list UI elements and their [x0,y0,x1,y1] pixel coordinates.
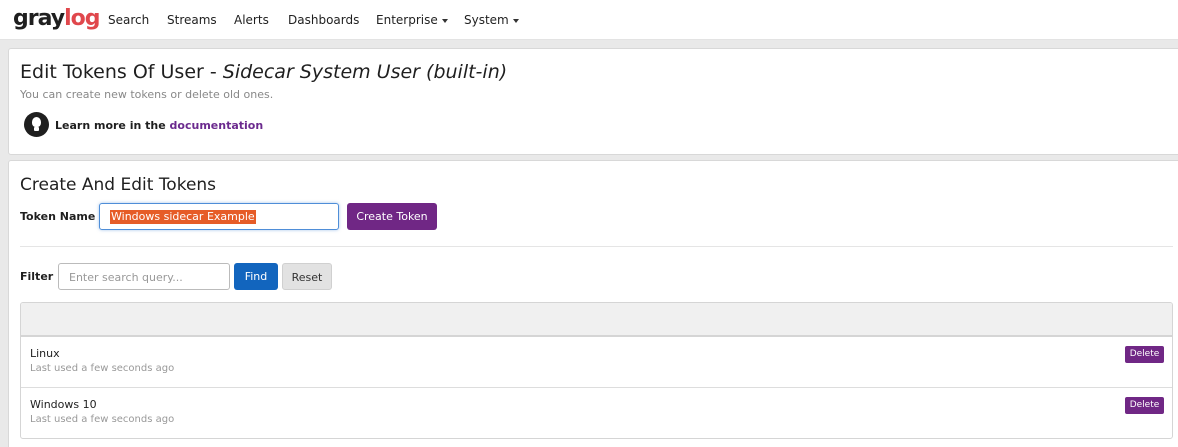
documentation-link[interactable]: documentation [170,119,264,132]
nav-enterprise-dropdown[interactable]: Enterprise [376,13,448,27]
nav-alerts[interactable]: Alerts [234,13,269,27]
find-button[interactable]: Find [234,263,278,290]
nav-system-dropdown[interactable]: System [464,13,519,27]
reset-button[interactable]: Reset [282,263,332,290]
logo-text-main: gray [13,6,65,31]
token-last-used: Last used a few seconds ago [30,414,175,425]
filter-search-input[interactable]: Enter search query... [58,263,230,290]
delete-token-button[interactable]: Delete [1125,346,1164,363]
token-name-input[interactable]: Windows sidecar Example [99,203,339,230]
page-title: Edit Tokens Of User - Sidecar System Use… [20,61,507,83]
token-name: Windows 10 [30,398,97,411]
nav-streams[interactable]: Streams [167,13,217,27]
list-item: Windows 10 Last used a few seconds ago D… [21,388,1172,438]
top-navbar: graylog Search Streams Alerts Dashboards… [0,0,1178,40]
create-token-button[interactable]: Create Token [347,203,437,230]
token-list: Linux Last used a few seconds ago Delete… [20,302,1173,439]
token-list-header [21,303,1172,337]
token-last-used: Last used a few seconds ago [30,363,175,374]
documentation-hint-text: Learn more in the [55,119,166,132]
page-title-user: Sidecar System User (built-in) [222,61,508,83]
token-name-value: Windows sidecar Example [110,210,256,224]
caret-down-icon [441,18,448,23]
filter-placeholder: Enter search query... [69,271,183,284]
divider [20,246,1173,247]
page-title-prefix: Edit Tokens Of User - [20,61,223,83]
list-item: Linux Last used a few seconds ago Delete [21,337,1172,388]
tokens-panel: Create And Edit Tokens Token Name Window… [8,160,1178,447]
filter-label: Filter [20,270,54,283]
graylog-logo[interactable]: graylog [13,6,101,31]
token-name-label: Token Name [20,210,96,223]
nav-system-label: System [464,13,509,27]
caret-down-icon [512,18,519,23]
logo-text-accent: log [64,6,100,31]
section-title: Create And Edit Tokens [20,175,217,195]
documentation-hint: Learn more in the documentation [55,119,263,132]
lightbulb-icon [24,112,49,137]
token-name: Linux [30,347,60,360]
delete-token-button[interactable]: Delete [1125,397,1164,414]
nav-enterprise-label: Enterprise [376,13,438,27]
page-subtitle: You can create new tokens or delete old … [20,88,274,101]
nav-dashboards[interactable]: Dashboards [288,13,359,27]
page-header-panel: Edit Tokens Of User - Sidecar System Use… [8,48,1178,155]
nav-search[interactable]: Search [108,13,149,27]
